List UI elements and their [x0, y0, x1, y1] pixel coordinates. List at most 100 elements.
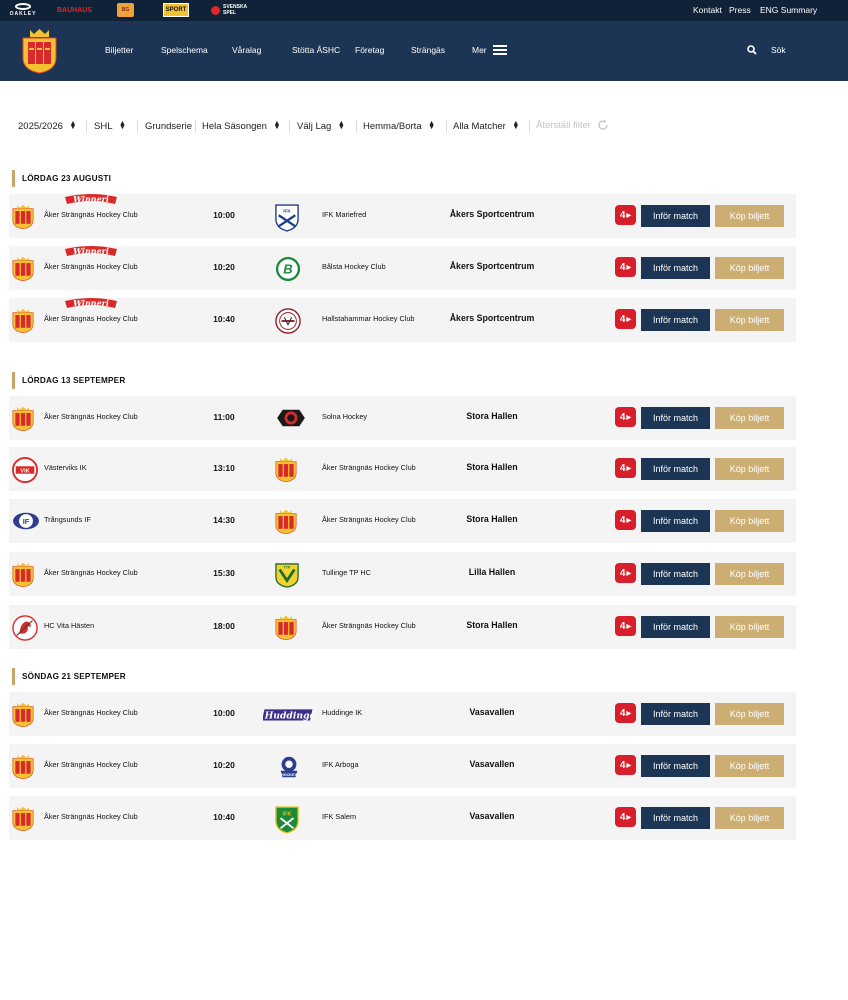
sponsor-oakley-logo[interactable]: OAKLEY — [9, 3, 37, 17]
tv4-play-icon[interactable]: 4 ▶ — [615, 510, 636, 530]
nav-spelschema[interactable]: Spelschema — [161, 45, 208, 55]
tv4-play-icon[interactable]: 4 ▶ — [615, 563, 636, 583]
infor-match-button[interactable]: Inför match — [641, 309, 710, 331]
date-label: SÖNDAG 21 SEPTEMPER — [22, 672, 126, 681]
kop-biljett-button[interactable]: Köp biljett — [715, 703, 784, 725]
kop-biljett-button[interactable]: Köp biljett — [715, 257, 784, 279]
kontakt-link[interactable]: Kontakt — [693, 5, 722, 15]
date-label: LÖRDAG 23 AUGUSTI — [22, 174, 112, 183]
infor-match-button[interactable]: Inför match — [641, 257, 710, 279]
home-team-name: Trångsunds IF — [44, 515, 91, 524]
tv4-play-icon[interactable]: 4 ▶ — [615, 205, 636, 225]
tv4-play-icon[interactable]: 4 ▶ — [615, 309, 636, 329]
nav-varalag[interactable]: Våralag — [232, 45, 261, 55]
tv4-play-icon[interactable]: 4 ▶ — [615, 616, 636, 636]
svenska-spel-dot-icon — [211, 5, 220, 15]
match-row[interactable]: Åker Strängnäs Hockey Club 11:00 Solna H… — [9, 396, 796, 440]
nav-biljetter[interactable]: Biljetter — [105, 45, 133, 55]
match-row[interactable]: Åker Strängnäs Hockey Club 10:40 IFK IFK… — [9, 796, 796, 840]
club-crest-logo[interactable] — [22, 28, 57, 74]
kop-biljett-button[interactable]: Köp biljett — [715, 807, 784, 829]
updown-chevron-icon: ▲ ▼ — [337, 120, 345, 131]
tv4-play-icon[interactable]: 4 ▶ — [615, 807, 636, 827]
homeaway-select[interactable]: Hemma/Borta ▲ ▼ — [363, 119, 436, 133]
divider — [137, 120, 138, 133]
kop-biljett-button[interactable]: Köp biljett — [715, 205, 784, 227]
league-select[interactable]: SHL ▲ ▼ — [94, 119, 126, 133]
search-icon[interactable] — [747, 45, 757, 55]
kop-biljett-button[interactable]: Köp biljett — [715, 755, 784, 777]
nav-stotta[interactable]: Stötta ÅSHC — [292, 45, 340, 55]
match-row[interactable]: Åker Strängnäs Hockey Club 10:00 Hudding… — [9, 692, 796, 736]
svg-text:Huddinge: Huddinge — [264, 711, 316, 722]
season-value: 2025/2026 — [18, 120, 63, 132]
sponsor-bauhaus-logo[interactable]: BAUHAUS — [57, 3, 92, 17]
infor-match-button[interactable]: Inför match — [641, 458, 710, 480]
away-team-name: Solna Hockey — [322, 412, 368, 421]
press-link[interactable]: Press — [729, 5, 751, 15]
match-time: 11:00 — [213, 412, 235, 422]
tv4-play-icon[interactable]: 4 ▶ — [615, 755, 636, 775]
home-team-name: Åker Strängnäs Hockey Club — [44, 708, 138, 717]
infor-match-button[interactable]: Inför match — [641, 205, 710, 227]
away-team-name: Tullinge TP HC — [322, 568, 371, 577]
nav-foretag[interactable]: Företag — [355, 45, 384, 55]
tv4-play-icon[interactable]: 4 ▶ — [615, 458, 636, 478]
match-time: 10:00 — [213, 210, 235, 220]
team-select[interactable]: Välj Lag ▲ ▼ — [297, 119, 345, 133]
home-team-logo — [12, 806, 38, 832]
refresh-icon — [598, 119, 608, 130]
kop-biljett-button[interactable]: Köp biljett — [715, 309, 784, 331]
infor-match-button[interactable]: Inför match — [641, 407, 710, 429]
kop-biljett-button[interactable]: Köp biljett — [715, 563, 784, 585]
away-team-name: Bålsta Hockey Club — [322, 262, 386, 271]
reset-filter-button[interactable]: Återställ filter — [536, 119, 609, 131]
match-time: 13:10 — [213, 463, 235, 473]
infor-match-button[interactable]: Inför match — [641, 616, 710, 638]
kop-biljett-button[interactable]: Köp biljett — [715, 458, 784, 480]
match-venue: Åkers Sportcentrum — [449, 313, 535, 323]
sponsor-small-logo[interactable]: BG — [117, 3, 134, 17]
match-row[interactable]: Åker Strängnäs Hockey Club 10:20 HOCKEY … — [9, 744, 796, 788]
nav-mer[interactable]: Mer — [472, 45, 487, 55]
tv4-play-icon[interactable]: 4 ▶ — [615, 407, 636, 427]
infor-match-button[interactable]: Inför match — [641, 510, 710, 532]
season-select[interactable]: 2025/2026 ▲ ▼ — [18, 119, 77, 133]
series-select[interactable]: Grundserie — [145, 119, 192, 133]
match-venue: Lilla Hallen — [468, 567, 516, 577]
match-row[interactable]: Winneri Åker Strängnäs Hockey Club 10:20… — [9, 246, 796, 290]
match-row[interactable]: IF Trångsunds IF 14:30 Åker Strängnäs Ho… — [9, 499, 796, 543]
match-row[interactable]: HC Vita Hästen 18:00 Åker Strängnäs Hock… — [9, 605, 796, 649]
nav-strangas[interactable]: Strängäs — [411, 45, 445, 55]
infor-match-button[interactable]: Inför match — [641, 703, 710, 725]
match-time: 10:40 — [213, 314, 235, 324]
infor-match-button[interactable]: Inför match — [641, 563, 710, 585]
infor-match-button[interactable]: Inför match — [641, 807, 710, 829]
search-label[interactable]: Sök — [771, 45, 786, 55]
match-row[interactable]: Winneri Åker Strängnäs Hockey Club 10:00… — [9, 194, 796, 238]
winneri-text: Winneri — [73, 246, 109, 256]
home-team-name: Åker Strängnäs Hockey Club — [44, 812, 138, 821]
home-team-logo: IF — [12, 509, 39, 535]
away-team-logo: TTP — [275, 562, 307, 588]
winneri-badge-logo: Winneri — [65, 298, 117, 308]
infor-match-button[interactable]: Inför match — [641, 755, 710, 777]
matches-select[interactable]: Alla Matcher ▲ ▼ — [453, 119, 520, 133]
period-select[interactable]: Hela Säsongen ▲ ▼ — [202, 119, 281, 133]
hamburger-menu-icon[interactable] — [493, 45, 507, 55]
match-row[interactable]: VIK Västerviks IK 13:10 Åker Strängnäs H… — [9, 447, 796, 491]
kop-biljett-button[interactable]: Köp biljett — [715, 510, 784, 532]
home-team-logo — [12, 204, 38, 230]
tv4-play-icon[interactable]: 4 ▶ — [615, 703, 636, 723]
kop-biljett-button[interactable]: Köp biljett — [715, 616, 784, 638]
match-row[interactable]: Winneri Åker Strängnäs Hockey Club 10:40… — [9, 298, 796, 342]
eng-summary-link[interactable]: ENG Summary — [760, 5, 817, 15]
sponsor-sport-logo[interactable]: SPORT — [163, 3, 189, 17]
sponsor-svenska-spel-logo[interactable]: SVENSKA SPEL — [211, 3, 247, 17]
league-value: SHL — [94, 120, 113, 132]
sponsor-bar: OAKLEY BAUHAUS BG SPORT SVENSKA SPEL Kont… — [0, 0, 848, 21]
match-row[interactable]: Åker Strängnäs Hockey Club 15:30 TTP Tul… — [9, 552, 796, 596]
match-venue: Åkers Sportcentrum — [449, 209, 535, 219]
kop-biljett-button[interactable]: Köp biljett — [715, 407, 784, 429]
tv4-play-icon[interactable]: 4 ▶ — [615, 257, 636, 277]
